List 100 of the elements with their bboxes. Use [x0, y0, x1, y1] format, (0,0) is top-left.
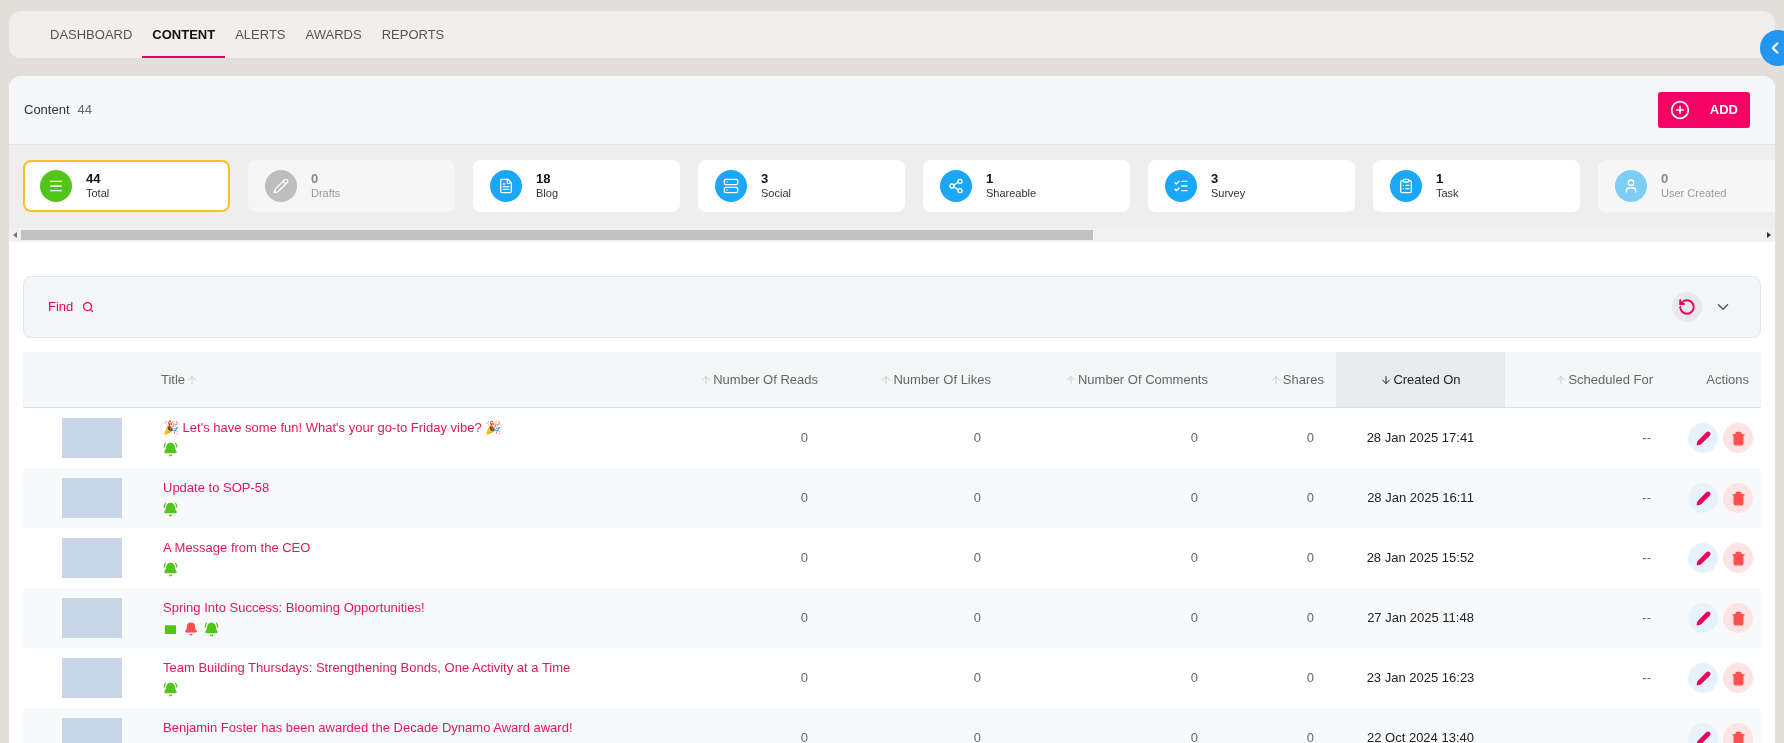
- column-header[interactable]: Number Of Reads: [674, 352, 830, 407]
- stat-count: 1: [986, 172, 995, 186]
- nav-tab[interactable]: REPORTS: [371, 24, 455, 58]
- bell-ring-icon: [163, 501, 178, 517]
- sort-up-icon: [186, 373, 199, 386]
- created-on-cell-text: 22 Oct 2024 13:40: [1366, 729, 1475, 743]
- reset-icon: [1678, 298, 1696, 316]
- reads-cell-text: 0: [799, 669, 809, 688]
- sort-up-icon: [880, 373, 893, 386]
- content-title-link[interactable]: A Message from the CEO: [163, 538, 674, 558]
- shares-cell-text: 0: [1305, 489, 1315, 508]
- sort-up-icon: [1269, 373, 1282, 386]
- likes-cell-text: 0: [972, 489, 982, 508]
- comments-cell-text: 0: [1189, 429, 1199, 448]
- shares-cell-text: 0: [1305, 549, 1315, 568]
- likes-cell-text: 0: [972, 549, 982, 568]
- column-header[interactable]: Scheduled For: [1505, 352, 1665, 407]
- delete-button[interactable]: [1723, 603, 1753, 633]
- server-icon: [723, 178, 739, 194]
- stat-count: 0: [311, 172, 320, 186]
- likes-cell-text: 0: [972, 429, 982, 448]
- edit-button[interactable]: [1688, 423, 1718, 453]
- edit-button[interactable]: [1688, 483, 1718, 513]
- checklist-icon: [1173, 178, 1189, 194]
- stat-card[interactable]: 1 Task: [1373, 160, 1580, 212]
- trash-icon: [1730, 430, 1746, 446]
- stat-label: Shareable: [986, 186, 1037, 200]
- scheduled-for-cell: --: [1642, 430, 1651, 446]
- sort-up-icon: [1064, 373, 1077, 386]
- column-header[interactable]: Shares: [1220, 352, 1336, 407]
- thumbnail-placeholder: [62, 598, 122, 638]
- stat-card[interactable]: 18 Blog: [473, 160, 680, 212]
- created-on-cell-text: 23 Jan 2025 16:23: [1365, 669, 1476, 688]
- nav-tab[interactable]: ALERTS: [225, 24, 296, 58]
- column-header: Actions: [1705, 370, 1750, 389]
- content-title-link[interactable]: 🎉 Let's have some fun! What's your go-to Friday vibe? 🎉: [163, 418, 674, 438]
- reads-cell-text: 0: [799, 489, 809, 508]
- bell-ring-icon: [163, 681, 178, 697]
- list-icon: [48, 178, 64, 194]
- shares-cell-text: 0: [1305, 429, 1315, 448]
- column-header[interactable]: Title: [161, 352, 674, 407]
- created-on-cell-text: 28 Jan 2025 17:41: [1365, 429, 1476, 448]
- scheduled-for-cell: --: [1642, 490, 1651, 506]
- stat-label: Drafts: [311, 186, 341, 200]
- stat-count: 1: [1436, 172, 1445, 186]
- stat-label: Total: [86, 186, 110, 200]
- shares-cell-text: 0: [1305, 609, 1315, 628]
- scheduled-for-cell: --: [1642, 550, 1651, 566]
- reads-cell-text: 0: [799, 729, 809, 743]
- content-title-link[interactable]: Spring Into Success: Blooming Opportunities!: [163, 598, 674, 618]
- content-title: Content: [24, 101, 70, 120]
- edit-button[interactable]: [1688, 543, 1718, 573]
- reads-cell-text: 0: [799, 609, 809, 628]
- trash-icon: [1730, 490, 1746, 506]
- trash-icon: [1730, 730, 1746, 743]
- created-on-cell-text: 27 Jan 2025 11:48: [1366, 609, 1475, 628]
- bell-icon: [184, 622, 198, 636]
- content-title-link[interactable]: Team Building Thursdays: Strengthening Bonds, One Activity at a Time: [163, 658, 674, 678]
- stat-card[interactable]: 1 Shareable: [923, 160, 1130, 212]
- stat-label: Blog: [536, 186, 559, 200]
- nav-tab[interactable]: CONTENT: [142, 24, 226, 58]
- column-header[interactable]: Created On: [1336, 352, 1505, 407]
- edit-button[interactable]: [1688, 663, 1718, 693]
- thumbnail-placeholder: [62, 478, 122, 518]
- nav-tab[interactable]: AWARDS: [295, 24, 372, 58]
- sort-up-icon: [700, 373, 713, 386]
- column-header[interactable]: Number Of Comments: [1003, 352, 1220, 407]
- delete-button[interactable]: [1723, 483, 1753, 513]
- document-icon: [498, 178, 514, 194]
- delete-button[interactable]: [1723, 543, 1753, 573]
- content-title-link[interactable]: Benjamin Foster has been awarded the Decade Dynamo Award award!: [163, 718, 674, 738]
- bell-ring-icon: [163, 441, 178, 457]
- pencil-icon: [1695, 670, 1711, 686]
- sort-up-icon: [1555, 373, 1568, 386]
- stat-count: 3: [1211, 172, 1220, 186]
- pencil-icon: [1695, 490, 1711, 506]
- mail-icon: [163, 621, 178, 637]
- content-title-link[interactable]: Update to SOP-58: [163, 478, 674, 498]
- pencil-icon: [1695, 730, 1711, 743]
- find-button[interactable]: Find: [48, 297, 95, 317]
- reads-cell-text: 0: [799, 429, 809, 448]
- stat-card[interactable]: 3 Survey: [1148, 160, 1355, 212]
- likes-cell-text: 0: [972, 609, 982, 628]
- delete-button[interactable]: [1723, 663, 1753, 693]
- clipboard-icon: [1398, 178, 1414, 194]
- stat-card[interactable]: 44 Total: [23, 160, 230, 212]
- add-button[interactable]: ADD: [1657, 92, 1750, 128]
- comments-cell-text: 0: [1189, 549, 1199, 568]
- delete-button[interactable]: [1723, 423, 1753, 453]
- edit-button[interactable]: [1688, 603, 1718, 633]
- pencil-icon: [1695, 430, 1711, 446]
- stat-count: 18: [536, 172, 552, 186]
- shares-cell-text: 0: [1305, 729, 1315, 743]
- stat-card[interactable]: 3 Social: [698, 160, 905, 212]
- bell-ring-icon: [163, 561, 178, 577]
- nav-tab[interactable]: DASHBOARD: [40, 24, 143, 58]
- column-header[interactable]: Number Of Likes: [830, 352, 1003, 407]
- share-icon: [948, 178, 964, 194]
- stat-label: Task: [1436, 186, 1459, 200]
- reset-button[interactable]: [1672, 292, 1702, 322]
